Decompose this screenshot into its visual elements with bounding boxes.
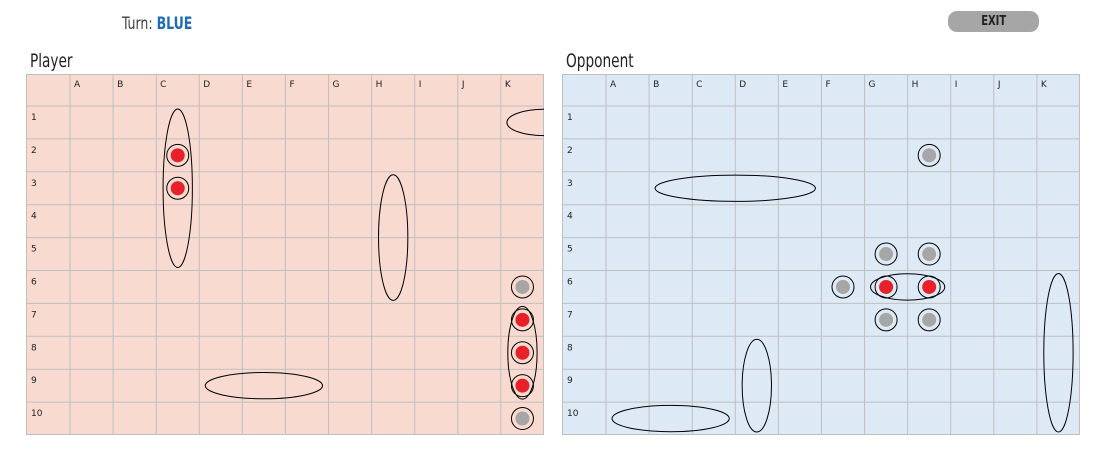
column-label: J xyxy=(461,80,465,90)
column-label: C xyxy=(160,80,166,90)
exit-button-label: EXIT xyxy=(981,14,1006,29)
column-label: B xyxy=(117,80,123,90)
player-grid[interactable]: A B C D E F G H I J K12345678910 xyxy=(26,74,544,435)
row-label: 7 xyxy=(31,310,37,320)
row-label: 6 xyxy=(31,278,37,288)
column-label: F xyxy=(825,80,830,90)
opponent-grid[interactable]: A B C D E F G H I J K12345678910 xyxy=(562,74,1080,435)
player-board-title: Player xyxy=(30,50,73,72)
row-label: 1 xyxy=(567,113,573,123)
column-label: B xyxy=(653,80,659,90)
column-label: H xyxy=(912,80,919,90)
row-label: 9 xyxy=(567,376,573,386)
turn-label: Turn: xyxy=(122,14,153,34)
marker-peg xyxy=(515,411,530,426)
column-label: F xyxy=(289,80,294,90)
marker-peg xyxy=(515,378,530,393)
marker-peg xyxy=(922,247,937,262)
marker-peg xyxy=(879,247,894,262)
row-label: 4 xyxy=(31,212,37,222)
marker-peg xyxy=(515,345,530,360)
row-label: 1 xyxy=(31,113,37,123)
column-label: J xyxy=(997,80,1001,90)
column-label: I xyxy=(419,80,422,90)
marker-peg xyxy=(515,312,530,327)
marker-peg xyxy=(922,148,937,163)
column-label: G xyxy=(869,80,876,90)
row-label: 6 xyxy=(567,278,573,288)
column-label: E xyxy=(782,80,788,90)
marker-peg xyxy=(170,181,185,196)
marker-peg xyxy=(879,279,894,294)
row-label: 5 xyxy=(567,245,573,255)
opponent-board-title: Opponent xyxy=(566,50,634,72)
column-label: C xyxy=(696,80,702,90)
column-label: H xyxy=(376,80,383,90)
row-label: 10 xyxy=(31,409,43,419)
turn-indicator: Turn: BLUE xyxy=(122,14,192,34)
row-label: 3 xyxy=(567,179,573,189)
row-label: 3 xyxy=(31,179,37,189)
column-label: I xyxy=(955,80,958,90)
marker-peg xyxy=(922,312,937,327)
exit-button[interactable]: EXIT xyxy=(948,11,1039,32)
column-label: E xyxy=(246,80,252,90)
row-label: 5 xyxy=(31,245,37,255)
row-label: 7 xyxy=(567,310,573,320)
row-label: 4 xyxy=(567,212,573,222)
column-label: A xyxy=(74,80,81,90)
player-board: A B C D E F G H I J K 1 2 3 4 5 6 7 8 9 10 xyxy=(26,74,544,435)
row-label: 2 xyxy=(31,146,37,156)
row-label: 8 xyxy=(567,343,573,353)
row-label: 9 xyxy=(31,376,37,386)
row-label: 8 xyxy=(31,343,37,353)
marker-peg xyxy=(879,312,894,327)
marker-peg xyxy=(836,279,850,294)
opponent-board: A B C D E F G H I J K 1 2 3 4 5 6 7 8 9 10 xyxy=(562,74,1080,435)
column-label: A xyxy=(610,80,617,90)
row-label: 2 xyxy=(567,146,573,156)
row-label: 10 xyxy=(567,409,579,419)
column-label: D xyxy=(203,80,210,90)
marker-peg xyxy=(515,279,530,294)
column-label: G xyxy=(333,80,340,90)
marker-peg xyxy=(922,279,937,294)
column-label: D xyxy=(739,80,746,90)
marker-peg xyxy=(170,148,185,163)
turn-value: BLUE xyxy=(156,14,193,34)
